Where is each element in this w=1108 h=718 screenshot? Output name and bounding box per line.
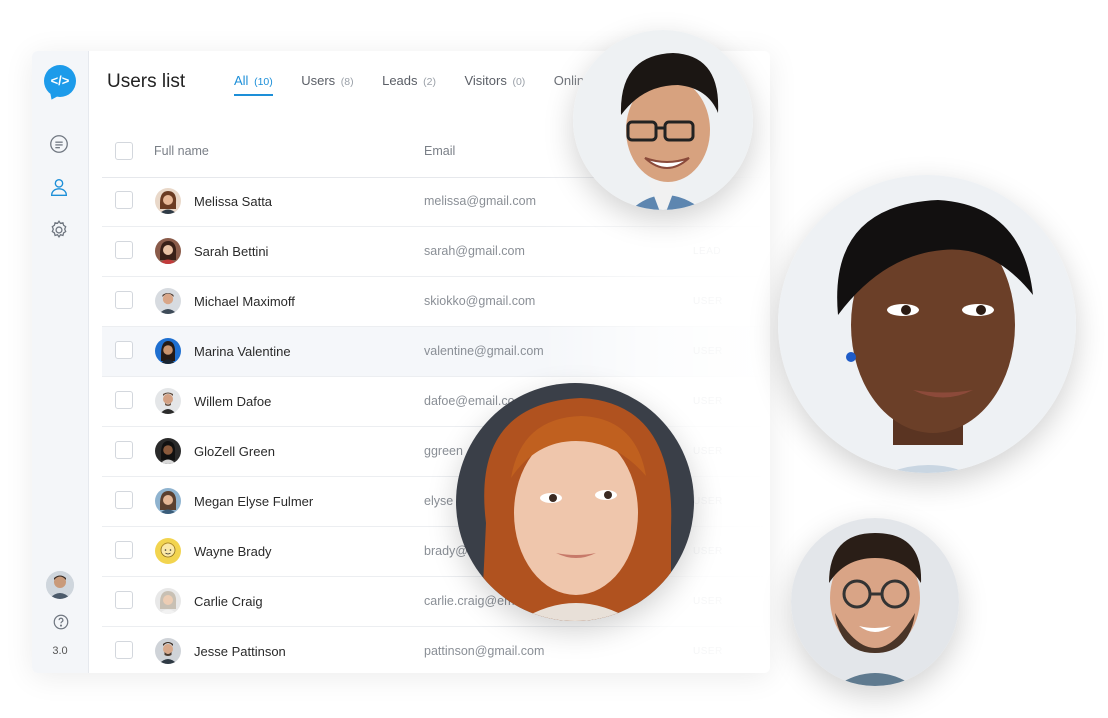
user-name: Carlie Craig [194, 594, 263, 609]
tab-leads[interactable]: Leads (2) [382, 73, 436, 96]
portrait-photo [778, 175, 1076, 473]
user-email: elyse [424, 494, 454, 508]
avatar [155, 188, 181, 214]
page-title: Users list [107, 71, 186, 92]
avatar [155, 338, 181, 364]
avatar[interactable] [46, 571, 74, 599]
row-checkbox[interactable] [115, 291, 133, 309]
user-type: USER [693, 546, 723, 557]
avatar [155, 238, 181, 264]
tab-count: (8) [340, 76, 354, 88]
row-checkbox[interactable] [115, 341, 133, 359]
user-email: dafoe@email.co [424, 394, 515, 408]
table-row[interactable]: Sarah Bettini sarah@gmail.com LEAD [102, 227, 770, 277]
tab-count: (10) [254, 76, 273, 88]
user-email: carlie.craig@em [424, 594, 515, 608]
user-name: Megan Elyse Fulmer [194, 494, 314, 509]
tab-count: (2) [423, 76, 436, 88]
avatar [155, 488, 181, 514]
portrait-photo [791, 518, 959, 686]
table-row[interactable]: Michael Maximoff skiokko@gmail.com USER [102, 277, 770, 327]
tab-bar: All (10) Users (8) Leads (2) Visitors (0… [234, 72, 608, 102]
tab-label: All [234, 73, 249, 88]
version-label: 3.0 [52, 645, 68, 657]
table-row[interactable]: Willem Dafoe dafoe@email.co USER [102, 377, 770, 427]
avatar [155, 588, 181, 614]
user-email: ggreen [424, 444, 463, 458]
tab-all[interactable]: All (10) [234, 73, 273, 96]
sidebar: </> 3.0 [32, 51, 89, 673]
tab-label: Users [301, 73, 336, 88]
user-email: sarah@gmail.com [424, 244, 525, 258]
portrait-photo [456, 383, 694, 621]
tab-count: (0) [512, 76, 526, 88]
table-row[interactable]: Carlie Craig carlie.craig@em USER [102, 577, 770, 627]
gear-icon[interactable] [48, 219, 70, 241]
user-name: Jesse Pattinson [194, 644, 286, 659]
avatar [155, 388, 181, 414]
user-name: Willem Dafoe [194, 394, 272, 409]
row-checkbox[interactable] [115, 191, 133, 209]
user-email: brady@ [424, 544, 468, 558]
column-email[interactable]: Email [424, 144, 455, 158]
user-type: USER [693, 346, 723, 357]
column-full-name[interactable]: Full name [154, 144, 209, 158]
avatar [155, 438, 181, 464]
row-checkbox[interactable] [115, 241, 133, 259]
tab-visitors[interactable]: Visitors (0) [464, 73, 525, 96]
user-type: USER [693, 446, 723, 457]
user-name: Michael Maximoff [194, 294, 295, 309]
chat-icon[interactable] [48, 133, 70, 155]
user-name: GloZell Green [194, 444, 275, 459]
row-checkbox[interactable] [115, 491, 133, 509]
tab-users[interactable]: Users (8) [301, 73, 353, 96]
user-email: melissa@gmail.com [424, 194, 537, 208]
user-name: Sarah Bettini [194, 244, 269, 259]
avatar [155, 288, 181, 314]
table-row[interactable]: Jesse Pattinson pattinson@gmail.com USER [102, 627, 770, 673]
user-name: Wayne Brady [194, 544, 272, 559]
portrait-photo [573, 30, 753, 210]
user-name: Melissa Satta [194, 194, 273, 209]
user-icon[interactable] [48, 176, 70, 198]
user-type: USER [693, 296, 723, 307]
avatar [155, 638, 181, 664]
user-type: USER [693, 396, 723, 407]
avatar [155, 538, 181, 564]
tab-label: Visitors [464, 73, 507, 88]
row-checkbox[interactable] [115, 441, 133, 459]
help-icon[interactable] [52, 613, 70, 631]
select-all-checkbox[interactable] [115, 142, 133, 160]
row-checkbox[interactable] [115, 541, 133, 559]
user-type: LEAD [693, 246, 722, 257]
table-body: Melissa Satta melissa@gmail.com Sarah Be… [102, 177, 770, 673]
user-email: skiokko@gmail.com [424, 294, 536, 308]
table-row[interactable]: Marina Valentine valentine@gmail.com USE… [102, 327, 770, 377]
user-name: Marina Valentine [194, 344, 291, 359]
user-type: USER [693, 646, 723, 657]
user-type: USER [693, 596, 723, 607]
user-email: valentine@gmail.com [424, 344, 544, 358]
code-chat-icon[interactable]: </> [44, 65, 76, 97]
row-checkbox[interactable] [115, 591, 133, 609]
user-type: USER [693, 496, 723, 507]
row-checkbox[interactable] [115, 391, 133, 409]
tab-label: Leads [382, 73, 418, 88]
row-checkbox[interactable] [115, 641, 133, 659]
user-email: pattinson@gmail.com [424, 644, 545, 658]
